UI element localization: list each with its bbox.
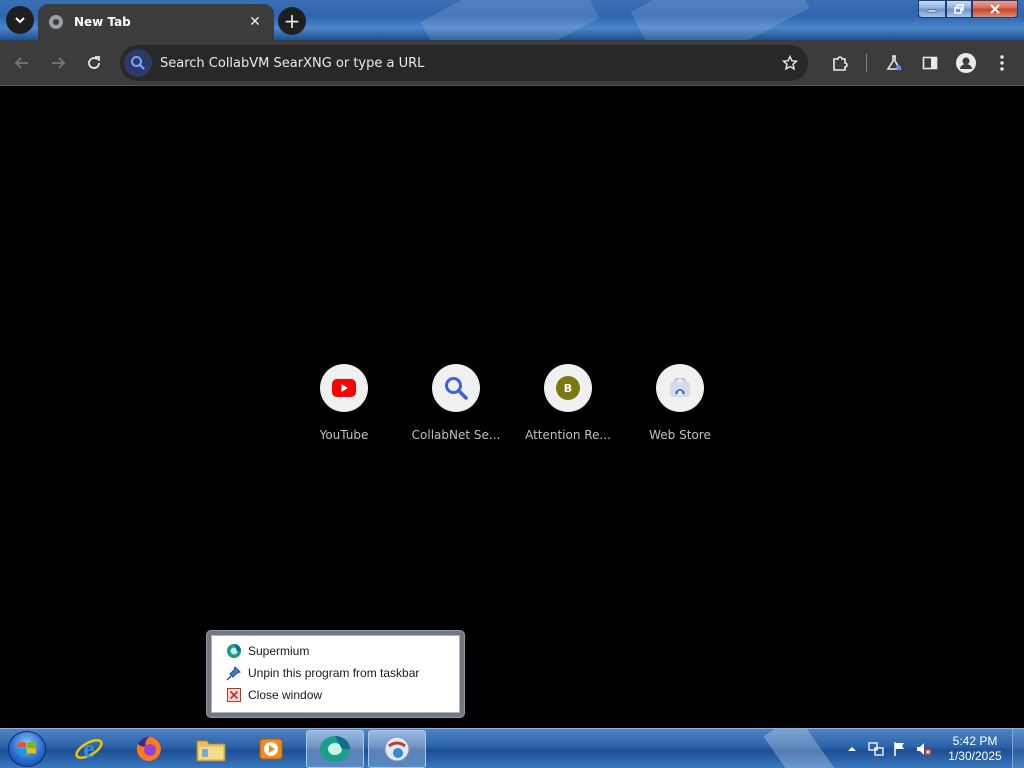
web-store-icon [670,378,690,397]
shortcut-attention[interactable]: B Attention Re... [520,364,616,442]
supermium-icon [320,736,350,762]
close-button[interactable] [972,0,1018,18]
file-explorer-icon [196,740,226,762]
network-tray-icon[interactable] [868,741,884,757]
shortcut-collabnet-search[interactable]: CollabNet Se... [408,364,504,442]
more-vert-icon [1000,55,1004,71]
puzzle-icon [833,56,848,71]
jump-list-label: Unpin this program from taskbar [248,666,420,680]
aero-glare [763,729,837,768]
magnifier-icon [445,377,468,400]
tab-search-button[interactable] [6,6,34,34]
jump-list-menu: Supermium Unpin this program from taskba… [211,635,460,713]
media-player-icon [259,738,283,760]
window-title-bar: New Tab ✕ + [0,0,1024,40]
internet-explorer-icon: e [75,734,103,763]
reload-button[interactable] [82,51,106,75]
shortcut-icon-circle [656,364,704,412]
taskbar-network-app[interactable] [368,730,426,768]
shortcut-icon-circle [320,364,368,412]
plus-icon: + [283,9,301,33]
window-controls [918,0,1018,18]
profile-button[interactable] [954,51,978,75]
new-tab-button[interactable]: + [278,7,306,35]
shortcut-label: YouTube [319,428,369,442]
new-tab-page: YouTube CollabNet Se... B Attention Re..… [0,87,1024,728]
jump-list-label: Close window [248,688,323,702]
taskbar-internet-explorer[interactable]: e [60,730,118,768]
menu-button[interactable] [990,51,1014,75]
tab-title: New Tab [74,15,131,29]
clock-time: 5:42 PM [952,734,998,748]
chevron-up-icon [848,747,856,751]
search-icon [124,49,152,77]
show-hidden-icons-button[interactable] [844,741,860,757]
action-center-tray-icon[interactable] [892,741,908,757]
forward-button[interactable] [46,51,70,75]
jump-list-item-close-window[interactable]: Close window [212,684,459,706]
back-button[interactable] [10,51,34,75]
jump-list-item-supermium[interactable]: Supermium [212,640,459,662]
extensions-button[interactable] [828,51,852,75]
side-panel-button[interactable] [918,51,942,75]
taskbar-file-explorer[interactable] [182,730,240,768]
labs-button[interactable] [882,51,906,75]
close-x-icon [990,4,1000,14]
shortcut-label: CollabNet Se... [411,428,501,442]
shortcut-label: Web Store [649,428,711,442]
taskbar-supermium[interactable] [306,730,364,768]
restore-button[interactable] [946,0,972,18]
windows-logo-icon [18,742,36,754]
back-arrow-icon [14,57,28,69]
flag-icon [894,742,904,756]
unpin-icon [226,665,242,681]
network-icon [868,742,884,756]
globe-icon [49,15,63,29]
tab-new-tab[interactable]: New Tab ✕ [38,4,274,40]
flask-icon [886,55,902,70]
volume-muted-icon [917,743,932,756]
side-panel-icon [922,56,938,70]
windows-taskbar: e 5:42 PM 1/30/2025 [0,728,1024,768]
shortcut-web-store[interactable]: Web Store [632,364,728,442]
browser-toolbar: Search CollabVM SearXNG or type a URL [0,40,1024,86]
minimize-button[interactable] [918,0,946,18]
forward-arrow-icon [52,57,66,69]
jump-list-item-unpin[interactable]: Unpin this program from taskbar [212,662,459,684]
taskbar-media-player[interactable] [242,730,300,768]
toolbar-separator [866,54,867,72]
shortcut-icon-circle: B [544,364,592,412]
profile-avatar-icon [956,53,976,73]
reload-icon [88,56,100,69]
svg-text:e: e [83,734,95,763]
letter-b-icon: B [556,376,580,400]
shortcut-label: Attention Re... [525,428,611,442]
restore-icon [954,4,964,14]
chevron-down-icon [15,17,25,24]
show-desktop-button[interactable] [1012,729,1024,768]
close-icon[interactable]: ✕ [246,13,264,31]
aero-streak [420,0,600,40]
omnibox[interactable]: Search CollabVM SearXNG or type a URL [120,45,808,81]
jump-list-label: Supermium [248,644,310,658]
close-window-icon [226,687,242,703]
system-clock[interactable]: 5:42 PM 1/30/2025 [940,734,1010,764]
supermium-icon [226,643,242,659]
shortcut-icon-circle [432,364,480,412]
taskbar-firefox[interactable] [120,730,178,768]
firefox-icon [136,737,161,761]
clock-date: 1/30/2025 [948,749,1002,763]
volume-tray-icon[interactable] [916,741,932,757]
network-globe-icon [384,736,410,762]
aero-streak [630,0,810,40]
shortcut-youtube[interactable]: YouTube [296,364,392,442]
youtube-icon [332,379,356,397]
taskbar-jump-list: Supermium Unpin this program from taskba… [206,630,465,718]
minimize-icon [927,9,937,13]
start-button[interactable] [8,731,46,767]
omnibox-placeholder: Search CollabVM SearXNG or type a URL [160,55,425,71]
bookmark-star-icon[interactable] [778,51,802,75]
